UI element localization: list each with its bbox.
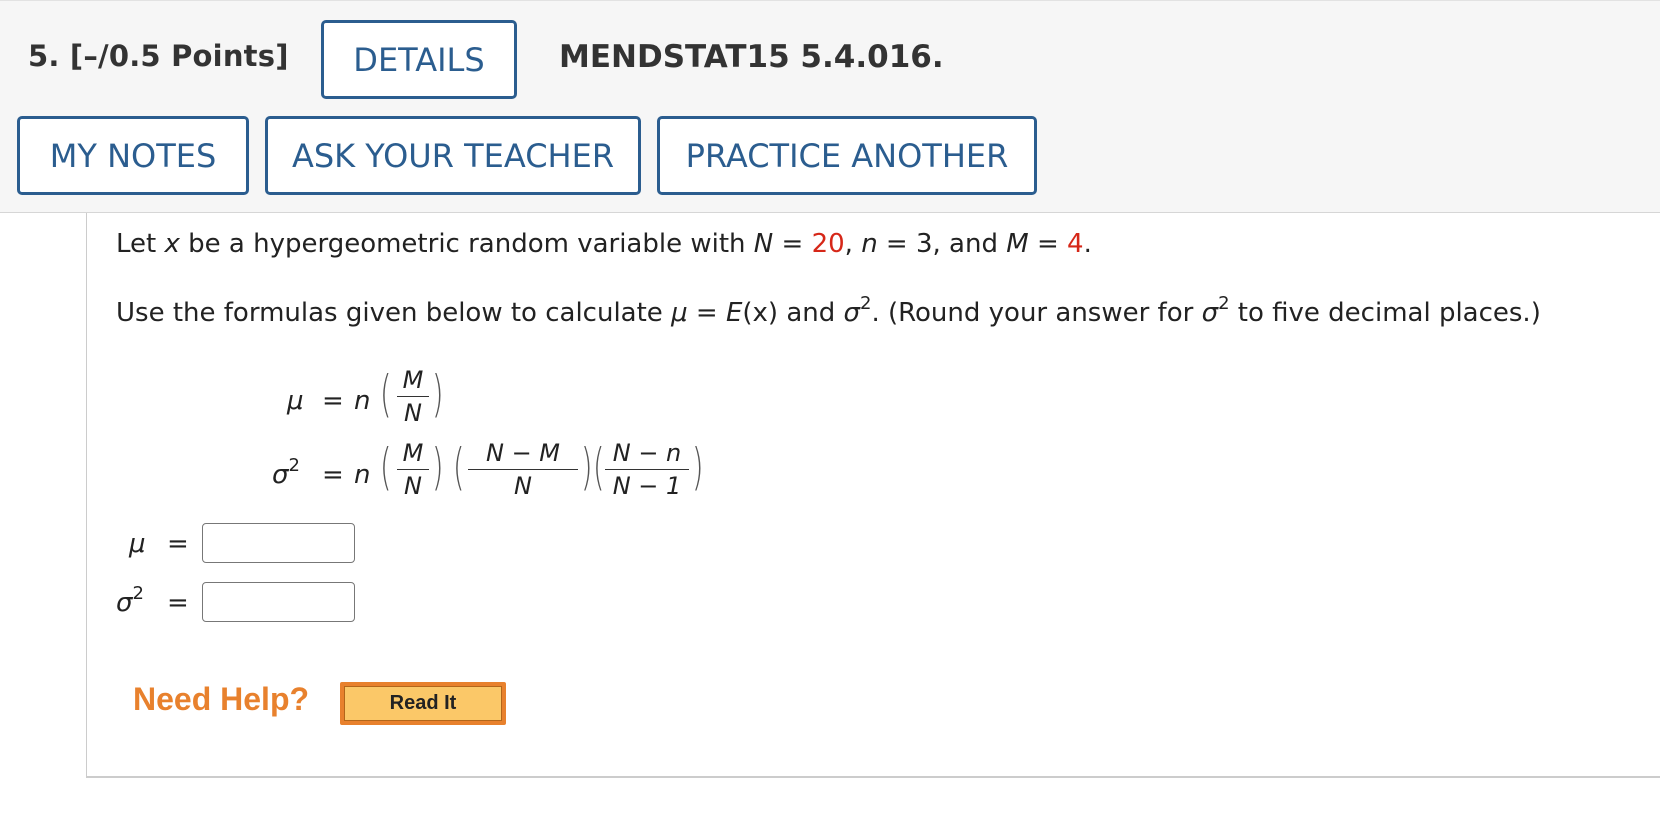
details-button[interactable]: DETAILS [321, 20, 517, 99]
numerator: N − n [605, 441, 689, 470]
read-it-button[interactable]: Read It [340, 682, 506, 725]
mu-symbol: μ [671, 298, 688, 328]
text: (x) [742, 298, 779, 328]
fraction-M-over-N: M N [397, 441, 429, 498]
var-N: N [753, 229, 774, 259]
text: , [844, 229, 862, 259]
right-paren: ) [431, 438, 444, 496]
denominator: N [404, 399, 422, 427]
fraction-N-minus-M-over-N: N − M N [468, 441, 578, 498]
var-n: n [354, 460, 371, 490]
equals-sign: = [167, 588, 189, 618]
text: . (Round your answer for [871, 298, 1202, 328]
var-M: M [1006, 229, 1029, 259]
sigma: σ [116, 588, 133, 618]
expectation-E: E [725, 298, 743, 328]
sigma2-answer-label: σ2 [116, 585, 144, 619]
text: . [1083, 229, 1092, 259]
text: to five decimal places.) [1229, 298, 1541, 328]
exponent: 2 [132, 583, 144, 604]
exponent: 2 [860, 293, 872, 314]
numerator: N − M [468, 441, 578, 470]
N-value: 20 [811, 229, 845, 259]
fraction-N-minus-n-over-N-minus-1: N − n N − 1 [605, 441, 689, 498]
text: = 3, and [877, 229, 1007, 259]
sigma-symbol: σ [1201, 298, 1219, 328]
denominator: N [404, 472, 422, 500]
right-paren: ) [580, 438, 593, 496]
denominator: N − 1 [612, 472, 682, 500]
equals-sign: = [322, 386, 344, 416]
var-n: n [354, 386, 371, 416]
ask-your-teacher-button[interactable]: ASK YOUR TEACHER [265, 116, 641, 195]
sigma: σ [272, 460, 289, 490]
my-notes-button[interactable]: MY NOTES [17, 116, 249, 195]
question-points: 5. [–/0.5 Points] [28, 39, 289, 73]
M-value: 4 [1067, 229, 1084, 259]
right-paren: ) [691, 438, 704, 496]
left-paren: ( [379, 365, 392, 423]
mu-answer-input[interactable] [202, 523, 355, 563]
left-paren: ( [592, 438, 605, 496]
numerator: M [397, 368, 429, 397]
text: = [1028, 229, 1068, 259]
text: = [773, 229, 812, 259]
sigma-symbol: σ2 [272, 457, 300, 491]
sigma2-answer-input[interactable] [202, 582, 355, 622]
text: Let [116, 229, 165, 259]
equals-sign: = [322, 460, 344, 490]
mu-symbol: μ [287, 386, 304, 416]
question-header: 5. [–/0.5 Points] DETAILS MENDSTAT15 5.4… [0, 0, 1660, 213]
text: be a hypergeometric random variable with [179, 229, 754, 259]
right-paren: ) [431, 365, 444, 423]
problem-statement-line2: Use the formulas given below to calculat… [116, 295, 1541, 329]
practice-another-button[interactable]: PRACTICE ANOTHER [657, 116, 1037, 195]
question-id: MENDSTAT15 5.4.016. [559, 39, 944, 75]
exponent: 2 [288, 455, 300, 476]
read-it-label[interactable]: Read It [344, 686, 502, 721]
equals-sign: = [167, 529, 189, 559]
denominator: N [514, 472, 532, 500]
sigma-symbol: σ [843, 298, 860, 328]
fraction-M-over-N: M N [397, 368, 429, 425]
var-x: x [164, 229, 180, 259]
mu-answer-label: μ [129, 529, 146, 559]
var-n: n [861, 229, 878, 259]
left-paren: ( [452, 438, 465, 496]
numerator: M [397, 441, 429, 470]
exponent: 2 [1218, 293, 1230, 314]
left-paren: ( [379, 438, 392, 496]
text: = [687, 298, 726, 328]
text: Use the formulas given below to calculat… [116, 298, 672, 328]
text: and [778, 298, 844, 328]
need-help-label: Need Help? [133, 681, 310, 717]
problem-statement-line1: Let x be a hypergeometric random variabl… [116, 229, 1092, 259]
